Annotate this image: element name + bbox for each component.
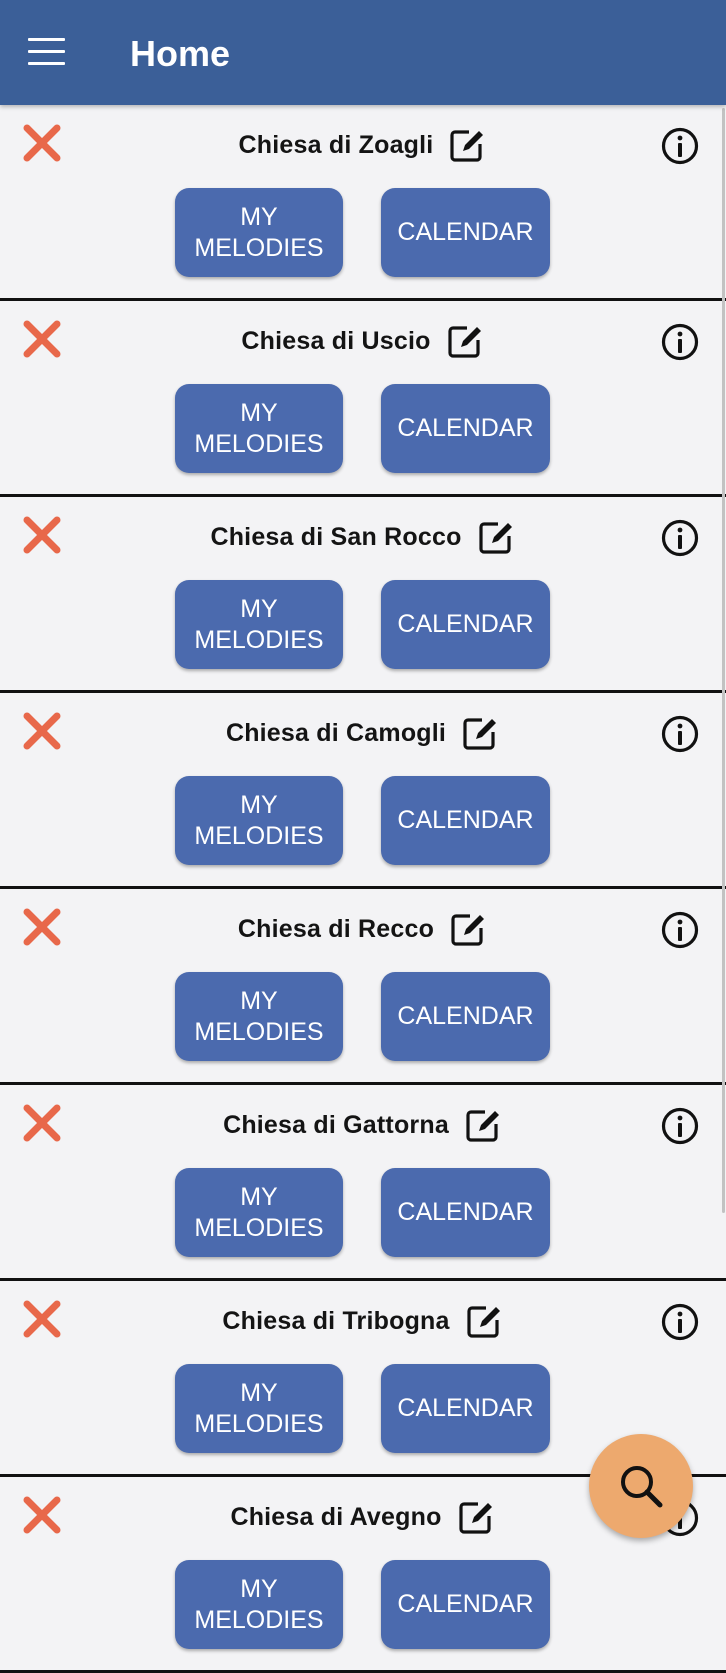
- info-icon[interactable]: [660, 322, 700, 362]
- my-melodies-button[interactable]: MY MELODIES: [175, 384, 343, 473]
- my-melodies-label: MY MELODIES: [194, 398, 324, 458]
- church-name-row: Chiesa di San Rocco: [0, 515, 726, 559]
- church-name: Chiesa di Zoagli: [238, 130, 434, 159]
- calendar-button[interactable]: CALENDAR: [381, 1560, 550, 1649]
- my-melodies-label: MY MELODIES: [194, 1574, 324, 1634]
- my-melodies-button[interactable]: MY MELODIES: [175, 1168, 343, 1257]
- edit-icon[interactable]: [460, 713, 500, 753]
- church-card: Chiesa di Uscio MY MELODIES CALENDAR: [0, 301, 726, 497]
- church-name: Chiesa di Recco: [237, 914, 435, 943]
- edit-icon[interactable]: [456, 1497, 496, 1537]
- calendar-label: CALENDAR: [397, 414, 534, 442]
- my-melodies-label: MY MELODIES: [194, 594, 324, 654]
- search-fab-button[interactable]: [589, 1434, 693, 1538]
- church-card: Chiesa di Gattorna MY MELODIES CALENDAR: [0, 1085, 726, 1281]
- app-bar: Home: [0, 0, 726, 105]
- scrollbar[interactable]: [722, 108, 725, 1213]
- calendar-label: CALENDAR: [397, 218, 534, 246]
- church-card: Chiesa di San Rocco MY MELODIES CALENDAR: [0, 497, 726, 693]
- search-icon: [621, 1466, 663, 1508]
- church-name: Chiesa di Tribogna: [222, 1306, 450, 1335]
- my-melodies-label: MY MELODIES: [194, 986, 324, 1046]
- edit-icon[interactable]: [463, 1105, 503, 1145]
- calendar-button[interactable]: CALENDAR: [381, 580, 550, 669]
- info-icon[interactable]: [660, 518, 700, 558]
- info-icon[interactable]: [660, 714, 700, 754]
- calendar-label: CALENDAR: [397, 806, 534, 834]
- edit-icon[interactable]: [447, 125, 487, 165]
- church-name-row: Chiesa di Zoagli: [0, 123, 726, 167]
- church-name: Chiesa di Gattorna: [223, 1110, 449, 1139]
- my-melodies-button[interactable]: MY MELODIES: [175, 776, 343, 865]
- edit-icon[interactable]: [464, 1301, 504, 1341]
- calendar-label: CALENDAR: [397, 1198, 534, 1226]
- calendar-button[interactable]: CALENDAR: [381, 1168, 550, 1257]
- church-name-row: Chiesa di Gattorna: [0, 1103, 726, 1147]
- info-icon[interactable]: [660, 126, 700, 166]
- church-name-row: Chiesa di Uscio: [0, 319, 726, 363]
- church-name-row: Chiesa di Tribogna: [0, 1299, 726, 1343]
- calendar-button[interactable]: CALENDAR: [381, 776, 550, 865]
- church-card: Chiesa di Zoagli MY MELODIES CALENDAR: [0, 105, 726, 301]
- church-name: Chiesa di Camogli: [225, 718, 447, 747]
- calendar-label: CALENDAR: [397, 1002, 534, 1030]
- info-icon[interactable]: [660, 1106, 700, 1146]
- my-melodies-label: MY MELODIES: [194, 202, 324, 262]
- hamburger-menu-icon[interactable]: [28, 38, 66, 66]
- my-melodies-label: MY MELODIES: [194, 1378, 324, 1438]
- calendar-label: CALENDAR: [397, 1590, 534, 1618]
- calendar-button[interactable]: CALENDAR: [381, 188, 550, 277]
- church-name: Chiesa di San Rocco: [210, 522, 462, 551]
- edit-icon[interactable]: [476, 517, 516, 557]
- church-name: Chiesa di Avegno: [230, 1502, 442, 1531]
- calendar-button[interactable]: CALENDAR: [381, 384, 550, 473]
- info-icon[interactable]: [660, 910, 700, 950]
- calendar-button[interactable]: CALENDAR: [381, 972, 550, 1061]
- church-name: Chiesa di Uscio: [241, 326, 431, 355]
- my-melodies-button[interactable]: MY MELODIES: [175, 1364, 343, 1453]
- church-card: Chiesa di Camogli MY MELODIES CALENDAR: [0, 693, 726, 889]
- calendar-button[interactable]: CALENDAR: [381, 1364, 550, 1453]
- church-name-row: Chiesa di Recco: [0, 907, 726, 951]
- edit-icon[interactable]: [445, 321, 485, 361]
- page-title: Home: [130, 33, 231, 74]
- edit-icon[interactable]: [448, 909, 488, 949]
- my-melodies-button[interactable]: MY MELODIES: [175, 580, 343, 669]
- calendar-label: CALENDAR: [397, 610, 534, 638]
- my-melodies-button[interactable]: MY MELODIES: [175, 188, 343, 277]
- calendar-label: CALENDAR: [397, 1394, 534, 1422]
- info-icon[interactable]: [660, 1302, 700, 1342]
- church-list: Chiesa di Zoagli MY MELODIES CALENDAR Chi…: [0, 105, 726, 1673]
- my-melodies-label: MY MELODIES: [194, 1182, 324, 1242]
- church-name-row: Chiesa di Camogli: [0, 711, 726, 755]
- church-card: Chiesa di Recco MY MELODIES CALENDAR: [0, 889, 726, 1085]
- my-melodies-label: MY MELODIES: [194, 790, 324, 850]
- my-melodies-button[interactable]: MY MELODIES: [175, 972, 343, 1061]
- my-melodies-button[interactable]: MY MELODIES: [175, 1560, 343, 1649]
